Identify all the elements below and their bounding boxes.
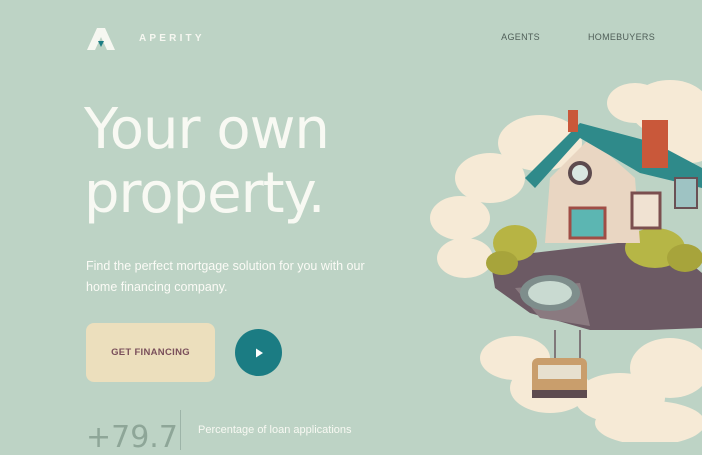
brand-logo[interactable]: APERITY	[85, 26, 205, 50]
nav-homebuyers[interactable]: HOMEBUYERS	[588, 32, 655, 42]
aperity-logo-icon	[87, 28, 115, 50]
hero-title: Your own property.	[84, 97, 330, 226]
play-icon	[255, 348, 263, 357]
nav-agents[interactable]: AGENTS	[501, 32, 540, 42]
hero-title-line1: Your own	[84, 97, 330, 162]
hero-subtitle: Find the perfect mortgage solution for y…	[86, 259, 365, 294]
get-financing-button[interactable]: GET FINANCING	[86, 323, 215, 382]
stat-divider	[180, 410, 181, 450]
stat-value: +79.7	[86, 420, 178, 455]
play-video-button[interactable]	[235, 329, 282, 376]
hero-title-line2: property.	[84, 161, 326, 226]
brand-name: APERITY	[139, 32, 205, 44]
floating-house-illustration	[430, 80, 702, 442]
top-nav: AGENTS HOMEBUYERS	[501, 32, 655, 42]
stat-label: Percentage of loan applications	[198, 424, 352, 436]
